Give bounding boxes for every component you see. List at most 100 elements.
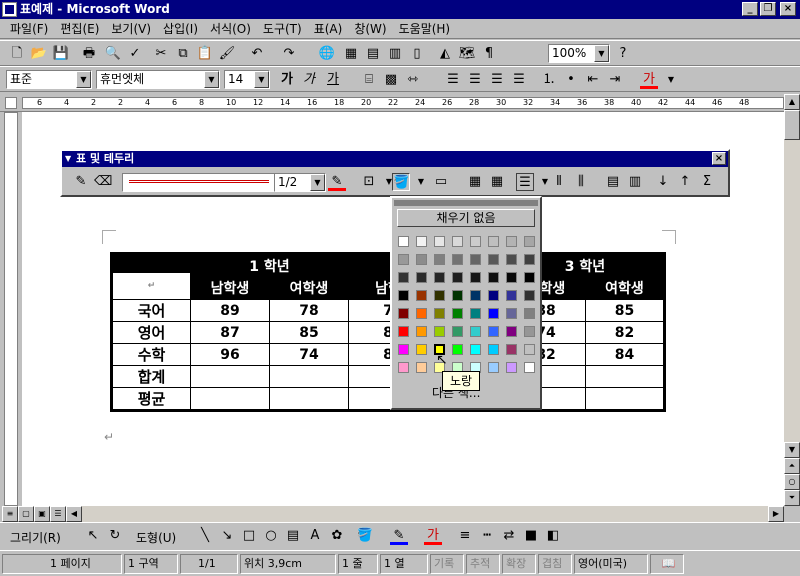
color-swatch[interactable] — [506, 236, 517, 247]
horizontal-scrollbar[interactable]: ≡ ▢ ▣ ☰ ◀ ▶ — [0, 506, 800, 522]
3d-icon[interactable]: ◧ — [544, 527, 562, 545]
show-hide-icon[interactable]: ¶ — [480, 45, 498, 63]
align-left-icon[interactable]: ☰ — [444, 71, 462, 89]
color-swatch[interactable] — [416, 326, 427, 337]
menu-file[interactable]: 파일(F) — [4, 19, 54, 39]
color-swatch[interactable] — [506, 254, 517, 265]
char-scale-icon[interactable]: ⇿ — [404, 71, 422, 89]
row-label[interactable]: 영어 — [111, 321, 191, 344]
color-swatch[interactable] — [434, 326, 445, 337]
table-cell[interactable]: 96 — [190, 343, 270, 366]
chevron-down-icon[interactable]: ▼ — [76, 71, 91, 88]
color-swatch[interactable] — [452, 236, 463, 247]
table-cell[interactable] — [190, 387, 270, 411]
menu-view[interactable]: 보기(V) — [105, 19, 157, 39]
style-combo[interactable]: 표준 ▼ — [6, 70, 92, 89]
document-map-icon[interactable]: 🗺 — [458, 45, 476, 63]
color-swatch[interactable] — [416, 236, 427, 247]
color-swatch[interactable] — [434, 308, 445, 319]
color-swatch[interactable] — [470, 344, 481, 355]
tables-borders-toolbar[interactable]: 표 및 테두리 ▼ × ✎ ⌫ ▼ 1/2 ▼ ✎ ⊡ ▼ 🪣 ▼ ▭ ▦ ▦ ☰… — [60, 149, 730, 197]
border-color-icon[interactable]: ✎ — [328, 173, 346, 191]
underline-icon[interactable]: 가 — [324, 71, 342, 89]
color-swatch[interactable] — [452, 344, 463, 355]
cut-icon[interactable]: ✂ — [152, 45, 170, 63]
table-cell[interactable]: 74 — [269, 343, 349, 366]
color-swatch[interactable] — [470, 272, 481, 283]
arrow-style-icon[interactable]: ⇄ — [500, 527, 518, 545]
online-layout-icon[interactable]: ▢ — [18, 506, 34, 522]
decrease-indent-icon[interactable]: ⇤ — [584, 71, 602, 89]
zoom-combo[interactable]: 100% ▼ — [548, 44, 610, 63]
distribute-rows-icon[interactable]: ⫴ — [550, 173, 568, 191]
line-color-icon[interactable]: ✎ — [390, 527, 408, 545]
menu-edit[interactable]: 편집(E) — [54, 19, 105, 39]
menu-window[interactable]: 창(W) — [348, 19, 392, 39]
merge-cells-icon[interactable]: ▭ — [432, 173, 450, 191]
table-cell[interactable] — [585, 365, 665, 388]
table-cell[interactable] — [269, 365, 349, 388]
fill-color-icon[interactable]: 🪣 — [356, 527, 374, 545]
sort-descending-icon[interactable]: ↑ — [676, 173, 694, 191]
outside-border-icon[interactable]: ⊡ — [360, 173, 378, 191]
toolbar-menu-icon[interactable]: ▼ — [65, 154, 71, 163]
new-icon[interactable]: 🗋 — [8, 45, 26, 63]
no-fill-button[interactable]: 채우기 없음 — [397, 209, 535, 227]
print-preview-icon[interactable]: 🔍 — [104, 45, 122, 63]
color-swatch[interactable] — [506, 272, 517, 283]
color-swatch[interactable] — [416, 254, 427, 265]
arrow-icon[interactable]: ↘ — [218, 527, 236, 545]
color-swatch[interactable] — [524, 344, 535, 355]
tables-borders-icon[interactable]: ▦ — [342, 45, 360, 63]
color-swatch[interactable] — [398, 290, 409, 301]
color-swatch[interactable] — [434, 290, 445, 301]
oval-icon[interactable]: ○ — [262, 527, 280, 545]
color-swatch[interactable] — [524, 308, 535, 319]
font-color-icon[interactable]: 가 — [424, 527, 442, 545]
sort-ascending-icon[interactable]: ↓ — [654, 173, 672, 191]
color-swatch[interactable] — [488, 272, 499, 283]
color-swatch[interactable] — [398, 326, 409, 337]
paste-icon[interactable]: 📋 — [196, 45, 214, 63]
color-swatch[interactable] — [506, 308, 517, 319]
redo-icon[interactable]: ↷ — [280, 45, 298, 63]
distribute-columns-icon[interactable]: ⫼ — [572, 173, 590, 191]
line-icon[interactable]: ╲ — [196, 527, 214, 545]
color-swatch[interactable] — [506, 362, 517, 373]
status-trk[interactable]: 추적 — [466, 554, 500, 574]
text-direction-icon[interactable]: ▥ — [626, 173, 644, 191]
color-swatch[interactable] — [524, 272, 535, 283]
hyperlink-icon[interactable]: 🌐 — [318, 45, 336, 63]
color-swatch[interactable] — [524, 326, 535, 337]
color-swatch[interactable] — [524, 290, 535, 301]
menu-format[interactable]: 서식(O) — [204, 19, 257, 39]
vertical-scrollbar[interactable]: ▲ ▼ ⏶ ○ ⏷ — [784, 94, 800, 506]
autoshapes-menu-button[interactable]: 도형(U) — [136, 529, 176, 546]
color-swatch[interactable] — [416, 290, 427, 301]
color-swatch[interactable] — [398, 362, 409, 373]
table-cell[interactable] — [269, 387, 349, 411]
color-swatch[interactable] — [398, 308, 409, 319]
spelling-icon[interactable]: ✓ — [126, 45, 144, 63]
scroll-up-icon[interactable]: ▲ — [784, 94, 800, 110]
copy-icon[interactable]: ⧉ — [174, 45, 192, 63]
table-cell[interactable]: 84 — [585, 343, 665, 366]
shading-color-icon[interactable]: 🪣 — [392, 173, 410, 191]
color-swatch[interactable] — [434, 272, 445, 283]
chevron-down-icon[interactable]: ▼ — [412, 173, 430, 191]
color-swatch[interactable] — [434, 236, 445, 247]
free-rotate-icon[interactable]: ↻ — [106, 527, 124, 545]
clip-art-icon[interactable]: ✿ — [328, 527, 346, 545]
color-swatch[interactable] — [524, 236, 535, 247]
close-icon[interactable]: × — [780, 2, 796, 16]
line-style-icon[interactable]: ≡ — [456, 527, 474, 545]
table-corner-cell[interactable]: ↵ — [111, 253, 191, 300]
insert-excel-icon[interactable]: ▥ — [386, 45, 404, 63]
word-app-icon[interactable] — [2, 2, 17, 17]
status-language[interactable]: 영어(미국) — [574, 554, 648, 574]
draw-menu-button[interactable]: 그리기(R) — [10, 529, 61, 546]
subheader-cell[interactable]: 여학생 — [585, 276, 665, 300]
menu-table[interactable]: 표(A) — [308, 19, 349, 39]
line-weight-combo[interactable]: 1/2 ▼ — [274, 173, 326, 192]
score-table[interactable]: ↵ 1 학년 3 학년 남학생 여학생 남학 남학생 여학생 국어 89 78 … — [110, 252, 666, 412]
